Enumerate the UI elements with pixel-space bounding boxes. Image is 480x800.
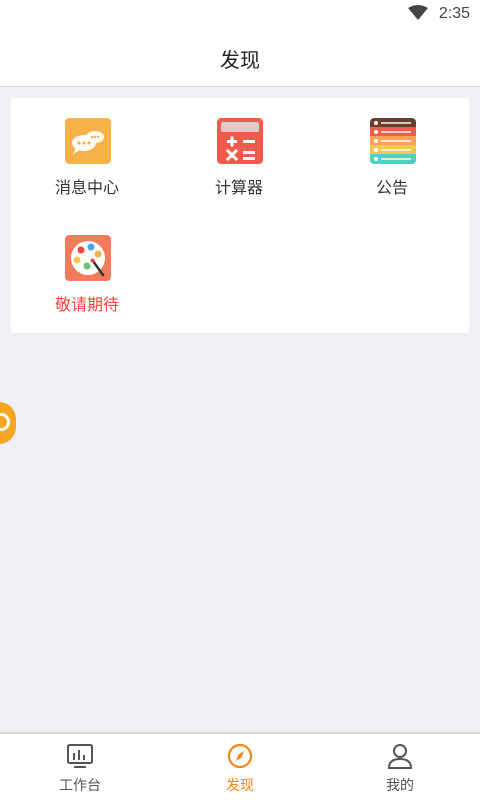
tab-label: 我的 — [386, 778, 414, 794]
grid-item-calculator[interactable]: 计算器 — [163, 98, 315, 198]
grid-item-announcement[interactable]: 公告 — [316, 98, 468, 198]
wifi-icon — [408, 5, 428, 20]
palette-icon — [65, 235, 111, 281]
tab-label: 发现 — [226, 778, 254, 794]
tab-discover[interactable]: 发现 — [160, 734, 320, 800]
status-time: 2:35 — [438, 5, 470, 22]
nav-bar: 发现 — [0, 30, 480, 87]
chart-monitor-icon — [67, 744, 93, 768]
grid-item-label: 公告 — [375, 178, 408, 197]
floating-radio-button[interactable] — [0, 402, 16, 444]
compass-icon — [227, 743, 253, 769]
feature-grid: 消息中心 计算器 公告 敬请期待 — [11, 98, 469, 333]
grid-item-label: 消息中心 — [54, 178, 119, 197]
grid-item-label: 敬请期待 — [54, 295, 119, 314]
tab-workbench[interactable]: 工作台 — [0, 734, 160, 800]
user-icon — [387, 744, 413, 769]
grid-item-message-center[interactable]: 消息中心 — [11, 98, 163, 198]
tab-label: 工作台 — [59, 778, 101, 794]
tab-mine[interactable]: 我的 — [320, 734, 480, 800]
grid-item-label: 计算器 — [214, 178, 263, 197]
notice-list-icon — [370, 118, 416, 164]
bottom-tab-bar: 工作台 发现 我的 — [0, 732, 480, 800]
grid-item-coming-soon[interactable]: 敬请期待 — [11, 215, 163, 315]
status-bar: 2:35 — [0, 0, 480, 30]
calculator-icon — [217, 118, 263, 164]
radio-waves-icon — [0, 413, 10, 431]
page-title: 发现 — [220, 48, 260, 72]
chat-bubbles-icon — [65, 118, 111, 164]
